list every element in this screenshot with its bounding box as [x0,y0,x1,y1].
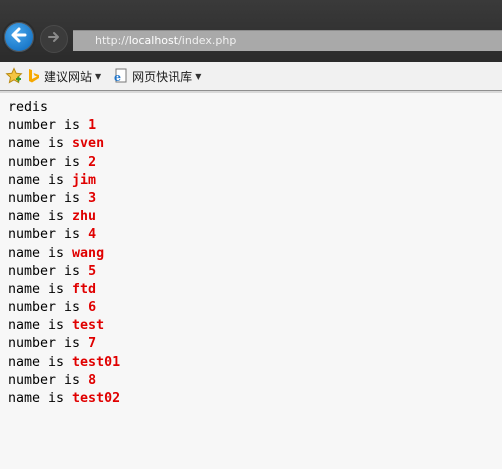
number-label: number is [8,263,89,279]
name-value: wang [72,245,105,261]
favorites-bar: 建议网站 ▼ e 网页快讯库 ▼ [0,62,502,93]
name-label: name is [8,391,73,406]
favorites-star-icon[interactable] [5,67,23,85]
bing-icon [27,68,41,84]
number-line: number is 2 [8,154,502,172]
name-label: name is [8,281,73,297]
number-line: number is 1 [8,117,502,135]
number-line: number is 5 [8,263,502,281]
favorite-label: 网页快讯库 [132,69,193,84]
page-heading: redis [8,100,49,115]
name-value: sven [72,136,105,152]
number-label: number is [8,227,89,243]
number-label: number is [8,190,89,206]
number-value: 7 [88,336,97,352]
records-list: number is 1 name is sven number is 2 name i… [8,117,502,408]
favorite-suggested-sites[interactable]: 建议网站 ▼ [27,68,101,85]
number-value: 3 [88,190,97,206]
number-line: number is 7 [8,335,502,353]
svg-text:e: e [114,71,121,84]
number-value: 1 [88,118,97,134]
name-line: name is sven [8,135,502,153]
name-value: jim [72,172,97,188]
name-line: name is ftd [8,281,502,299]
number-label: number is [8,336,89,352]
back-button[interactable] [2,20,36,54]
url-path: /index.php [178,34,237,47]
number-value: 5 [88,263,97,279]
number-value: 4 [88,227,97,243]
name-line: name is jim [8,172,502,190]
address-bar[interactable]: http://localhost/index.php [73,30,502,51]
number-label: number is [8,154,89,170]
name-value: test01 [72,354,121,370]
name-line: name is zhu [8,208,502,226]
number-label: number is [8,118,89,134]
name-label: name is [8,354,73,370]
ie-page-icon: e [113,68,129,84]
name-value: ftd [72,281,97,297]
toolbar-divider [0,91,502,93]
chevron-down-icon: ▼ [95,71,102,81]
arrow-right-icon [46,29,62,49]
name-value: test02 [72,391,121,406]
name-value: zhu [72,209,97,225]
name-label: name is [8,172,73,188]
name-line: name is test01 [8,354,502,372]
page-content: redis number is 1 name is sven number is 2… [0,91,502,408]
name-value: test [72,318,105,334]
name-label: name is [8,136,73,152]
favorite-web-slice-gallery[interactable]: e 网页快讯库 ▼ [105,68,201,85]
arrow-left-icon [9,25,29,49]
name-label: name is [8,318,73,334]
name-line: name is wang [8,245,502,263]
number-line: number is 4 [8,226,502,244]
url-host: localhost [128,34,179,47]
chevron-down-icon: ▼ [195,71,202,81]
url-prefix: http:// [95,34,129,47]
number-label: number is [8,372,89,388]
name-line: name is test02 [8,390,502,408]
name-line: name is test [8,317,502,335]
favorite-label: 建议网站 [44,69,93,84]
name-label: name is [8,209,73,225]
number-value: 6 [88,300,97,316]
name-label: name is [8,245,73,261]
number-line: number is 3 [8,190,502,208]
number-value: 2 [88,154,97,170]
browser-titlebar: http://localhost/index.php [0,0,502,62]
number-value: 8 [88,372,97,388]
number-label: number is [8,300,89,316]
number-line: number is 8 [8,372,502,390]
forward-button[interactable] [40,25,68,53]
number-line: number is 6 [8,299,502,317]
